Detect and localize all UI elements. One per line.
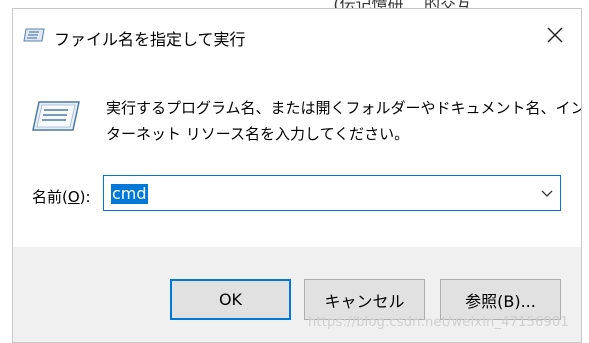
dialog-description: 実行するプログラム名、または開くフォルダーやドキュメント名、イン ターネット リ… xyxy=(106,95,582,147)
run-icon xyxy=(32,101,80,131)
open-input[interactable]: cmd xyxy=(111,184,148,204)
open-field-label: 名前(O): xyxy=(32,186,91,207)
open-combobox[interactable]: cmd xyxy=(103,175,561,211)
cancel-button[interactable]: キャンセル xyxy=(304,279,425,320)
watermark: https://blog.csdn.net/weixin_47156901 xyxy=(308,315,569,330)
open-label-accesskey: O xyxy=(67,188,80,206)
browse-button[interactable]: 参照(B)... xyxy=(440,279,561,320)
background-window-text: _ ... (伝记憶研... 的交互... xyxy=(300,0,487,8)
ok-button[interactable]: OK xyxy=(170,279,291,320)
dialog-title: ファイル名を指定して実行 xyxy=(54,30,246,49)
run-dialog: ファイル名を指定して実行 実行するプログラム名、または開くフォルダーやドキュメン… xyxy=(12,8,582,343)
run-icon xyxy=(23,28,45,42)
description-line: 実行するプログラム名、または開くフォルダーやドキュメント名、イン xyxy=(106,99,582,117)
description-line: ターネット リソース名を入力してください。 xyxy=(106,125,410,143)
open-label-suffix: ): xyxy=(79,188,91,206)
background-window-strip: _ ... (伝记憶研... 的交互... xyxy=(0,0,589,8)
chevron-down-icon[interactable] xyxy=(540,186,554,200)
open-label-prefix: 名前( xyxy=(32,188,68,206)
close-icon[interactable] xyxy=(543,23,567,47)
title-bar: ファイル名を指定して実行 xyxy=(13,9,581,53)
